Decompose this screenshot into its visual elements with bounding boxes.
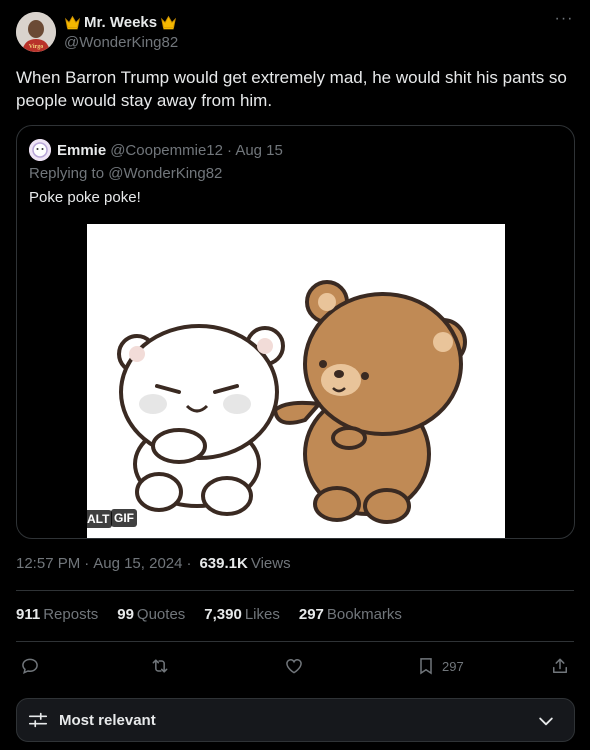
crown-icon (65, 15, 80, 30)
crown-icon (161, 15, 177, 30)
bear-illustration (87, 224, 505, 538)
bookmark-icon (420, 658, 432, 675)
likes-stat[interactable]: 7,390 Likes (204, 606, 280, 623)
quotes-count: 99 (117, 606, 134, 623)
reply-button[interactable] (20, 654, 40, 678)
avatar-text: Virgo (29, 44, 43, 50)
quotes-label: Quotes (136, 606, 186, 623)
sliders-icon (28, 712, 48, 728)
divider (16, 590, 574, 591)
quote-author-name[interactable]: Emmie (57, 142, 106, 159)
divider (16, 641, 574, 642)
quote-date: · Aug 15 (226, 141, 283, 159)
share-icon (553, 658, 567, 673)
quotes-stat[interactable]: 99 Quotes (117, 606, 185, 623)
quote-avatar[interactable] (29, 139, 51, 161)
bookmark-count: 297 (442, 658, 464, 674)
views-count: 639.1K (199, 555, 248, 572)
heart-icon (286, 658, 302, 674)
bookmarks-count: 297 (298, 606, 324, 623)
reposts-count: 911 (16, 606, 41, 623)
gif-badge: GIF (111, 509, 137, 527)
quote-replying-to[interactable]: Replying to @WonderKing82 (29, 165, 222, 182)
views-label: Views (250, 555, 291, 572)
tweet-meta: 12:57 PM · Aug 15, 2024 · 639.1K Views (16, 555, 291, 572)
reply-sort-dropdown[interactable]: Most relevant (16, 698, 575, 742)
repost-button[interactable] (150, 654, 170, 678)
author-handle[interactable]: @WonderKing82 (64, 34, 178, 51)
quote-author-handle[interactable]: @Coopemmie12 (110, 142, 223, 159)
likes-label: Likes (244, 606, 280, 623)
quote-text: Poke poke poke! (29, 189, 141, 206)
alt-badge[interactable]: ALT (87, 510, 113, 528)
reply-icon (22, 658, 38, 674)
bear-gif-image[interactable]: GIF ALT (87, 224, 505, 538)
author-info: Mr. Weeks @WonderKing82 (64, 13, 178, 51)
tweet-header: Virgo Mr. Weeks @WonderKing82 ··· (16, 11, 574, 56)
more-options-icon[interactable]: ··· (554, 11, 574, 32)
bookmark-button[interactable]: 297 (416, 654, 464, 678)
reposts-label: Reposts (43, 606, 99, 623)
tweet-date[interactable]: Aug 15, 2024 (93, 555, 182, 572)
quoted-tweet[interactable]: Emmie @Coopemmie12 · Aug 15 Replying to … (16, 125, 575, 539)
author-name[interactable]: Mr. Weeks (84, 14, 157, 31)
chevron-down-icon (539, 717, 553, 726)
tweet-time[interactable]: 12:57 PM (16, 555, 80, 572)
bookmarks-label: Bookmarks (326, 606, 402, 623)
tweet-text: When Barron Trump would get extremely ma… (16, 68, 567, 110)
likes-count: 7,390 (204, 606, 242, 623)
action-bar: 297 (16, 654, 574, 678)
repost-icon (152, 659, 168, 673)
bookmarks-stat[interactable]: 297 Bookmarks (299, 606, 402, 623)
author-avatar[interactable]: Virgo (16, 12, 56, 52)
sort-label: Most relevant (59, 711, 156, 729)
share-button[interactable] (550, 654, 570, 678)
reposts-stat[interactable]: 911 Reposts (16, 606, 98, 623)
tweet-stats: 911 Reposts 99 Quotes 7,390 Likes 297 Bookma… (16, 606, 421, 623)
like-button[interactable] (284, 654, 304, 678)
